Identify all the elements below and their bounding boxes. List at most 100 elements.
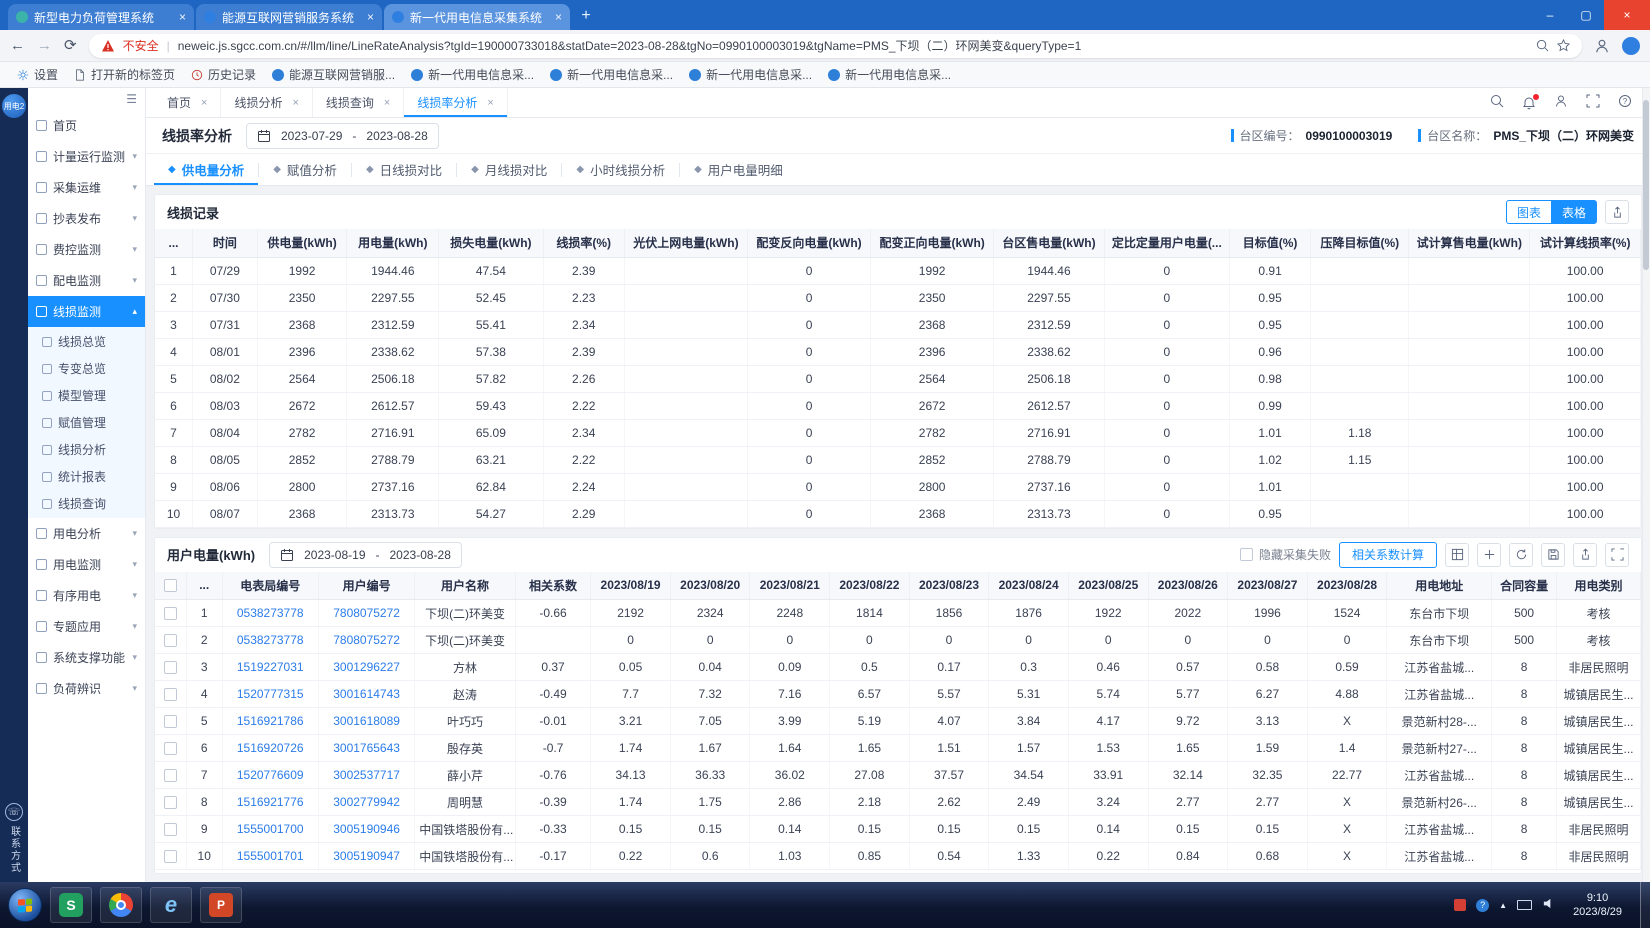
link-cell[interactable]: 1555001700 [222, 816, 318, 843]
row-checkbox-cell[interactable] [155, 708, 186, 735]
row-checkbox[interactable] [164, 607, 177, 620]
link-cell[interactable]: 1516921786 [222, 708, 318, 735]
url-bar[interactable]: 不安全 | neweic.js.sgcc.com.cn/#/llm/line/L… [89, 34, 1582, 58]
sidebar-item-home[interactable]: 首页 [28, 110, 145, 141]
row-checkbox[interactable] [164, 823, 177, 836]
user-icon[interactable] [1554, 94, 1568, 111]
tab-close-icon[interactable]: × [367, 10, 374, 24]
row-checkbox[interactable] [164, 850, 177, 863]
bookmark-collection-4[interactable]: 新一代用电信息采... [821, 64, 958, 85]
row-checkbox-cell[interactable] [155, 681, 186, 708]
subtab-user-energy-detail[interactable]: ◆用户电量明细 [680, 154, 797, 185]
row-checkbox-cell[interactable] [155, 762, 186, 789]
link-cell[interactable]: 3005190946 [318, 816, 414, 843]
link-cell[interactable]: 0538273778 [222, 627, 318, 654]
taskbar-chrome-icon[interactable] [100, 887, 142, 923]
tray-keyboard-icon[interactable] [1517, 900, 1532, 910]
sidebar-item-special-apps[interactable]: 专题应用 ▾ [28, 611, 145, 642]
reload-icon[interactable]: ⟳ [64, 38, 77, 53]
sidebar-item-metering-monitor[interactable]: 计量运行监测 ▾ [28, 141, 145, 172]
link-cell[interactable]: 1520777315 [222, 681, 318, 708]
row-checkbox[interactable] [164, 742, 177, 755]
sidebar-item-orderly-usage[interactable]: 有序用电 ▾ [28, 580, 145, 611]
vertical-scrollbar[interactable] [1642, 88, 1650, 882]
tab-close-icon[interactable]: × [292, 97, 298, 109]
worktab-line-loss-rate-analysis[interactable]: 线损率分析× [404, 88, 507, 117]
browser-tab-load-mgmt[interactable]: 新型电力负荷管理系统 × [8, 4, 194, 30]
window-maximize-button[interactable]: ▢ [1568, 0, 1604, 30]
bookmark-marketing-system[interactable]: 能源互联网营销服... [265, 64, 402, 85]
link-cell[interactable]: 3005190947 [318, 843, 414, 870]
tray-expand-icon[interactable]: ▲ [1499, 901, 1507, 910]
taskbar-clock[interactable]: 9:10 2023/8/29 [1565, 891, 1630, 920]
tab-close-icon[interactable]: × [179, 10, 186, 24]
select-all-checkbox-cell[interactable] [155, 572, 186, 600]
zoom-icon[interactable] [1536, 39, 1549, 52]
taskbar-wps-icon[interactable]: S [50, 887, 92, 923]
sidebar-item-system-support[interactable]: 系统支撑功能 ▾ [28, 642, 145, 673]
notification-bell-icon[interactable] [1522, 96, 1536, 110]
contact-icon[interactable]: ☏ [5, 803, 23, 821]
export-icon[interactable] [1605, 200, 1629, 224]
tray-help-icon[interactable]: ? [1476, 899, 1489, 912]
search-icon[interactable] [1490, 94, 1504, 111]
row-checkbox[interactable] [164, 661, 177, 674]
link-cell[interactable]: 3001765643 [318, 735, 414, 762]
link-cell[interactable]: 3001614743 [318, 681, 414, 708]
link-cell[interactable]: 3001296227 [318, 654, 414, 681]
taskbar-powerpoint-icon[interactable]: P [200, 887, 242, 923]
tab-close-icon[interactable]: × [201, 97, 207, 109]
export-icon[interactable] [1573, 543, 1597, 567]
sidebar-item-line-loss-monitor[interactable]: 线损监测 ▴ [28, 296, 145, 327]
forward-icon[interactable]: → [37, 38, 52, 53]
column-settings-icon[interactable] [1445, 543, 1469, 567]
correlation-calc-button[interactable]: 相关系数计算 [1339, 542, 1437, 568]
tray-volume-icon[interactable] [1542, 897, 1555, 913]
row-checkbox-cell[interactable] [155, 816, 186, 843]
sidebar-item-meter-reading[interactable]: 抄表发布 ▾ [28, 203, 145, 234]
link-cell[interactable]: 1519227031 [222, 654, 318, 681]
sidebar-item-distribution-monitor[interactable]: 配电监测 ▾ [28, 265, 145, 296]
select-all-checkbox[interactable] [164, 579, 177, 592]
row-checkbox-cell[interactable] [155, 654, 186, 681]
tab-close-icon[interactable]: × [487, 97, 493, 109]
subtab-daily-loss-compare[interactable]: ◆日线损对比 [352, 154, 456, 185]
link-cell[interactable]: 3001618089 [318, 708, 414, 735]
window-minimize-button[interactable]: – [1532, 0, 1568, 30]
bookmark-history[interactable]: 历史记录 [184, 64, 263, 85]
link-cell[interactable]: 3002779942 [318, 789, 414, 816]
subtab-supply-analysis[interactable]: ◆供电量分析 [154, 154, 258, 185]
link-cell[interactable]: 3002537717 [318, 762, 414, 789]
worktab-home[interactable]: 首页× [154, 88, 221, 117]
submenu-item-statistics-report[interactable]: 统计报表 [28, 463, 145, 490]
sidebar-item-usage-monitor[interactable]: 用电监测 ▾ [28, 549, 145, 580]
worktab-line-loss-query[interactable]: 线损查询× [313, 88, 404, 117]
submenu-item-transformer-overview[interactable]: 专变总览 [28, 355, 145, 382]
window-close-button[interactable]: × [1604, 0, 1650, 30]
subtab-hourly-loss-analysis[interactable]: ◆小时线损分析 [562, 154, 679, 185]
tab-close-icon[interactable]: × [384, 97, 390, 109]
start-button[interactable] [8, 888, 42, 922]
fullscreen-icon[interactable] [1605, 543, 1629, 567]
date-from[interactable]: 2023-08-19 [304, 548, 365, 562]
date-from[interactable]: 2023-07-29 [281, 129, 342, 143]
subtab-monthly-loss-compare[interactable]: ◆月线损对比 [457, 154, 561, 185]
table-view-button[interactable]: 表格 [1551, 200, 1597, 224]
bookmark-star-icon[interactable] [1557, 39, 1570, 52]
row-checkbox[interactable] [164, 688, 177, 701]
bookmark-collection-2[interactable]: 新一代用电信息采... [543, 64, 680, 85]
submenu-item-line-loss-analysis[interactable]: 线损分析 [28, 436, 145, 463]
bookmark-settings[interactable]: 设置 [10, 64, 65, 85]
link-cell[interactable]: 1555001701 [222, 843, 318, 870]
worktab-line-loss-analysis[interactable]: 线损分析× [221, 88, 312, 117]
row-checkbox[interactable] [164, 634, 177, 647]
bookmark-new-tab-page[interactable]: 打开新的标签页 [67, 64, 182, 85]
sidebar-item-load-identification[interactable]: 负荷辨识 ▾ [28, 673, 145, 704]
back-icon[interactable]: ← [10, 38, 25, 53]
user-date-range-picker[interactable]: 2023-08-19 - 2023-08-28 [269, 542, 462, 568]
subtab-value-analysis[interactable]: ◆赋值分析 [259, 154, 351, 185]
help-icon[interactable]: ? [1618, 94, 1632, 111]
refresh-icon[interactable] [1509, 543, 1533, 567]
collapse-menu-icon[interactable]: ☰ [126, 92, 137, 106]
profile-icon[interactable] [1594, 38, 1610, 54]
